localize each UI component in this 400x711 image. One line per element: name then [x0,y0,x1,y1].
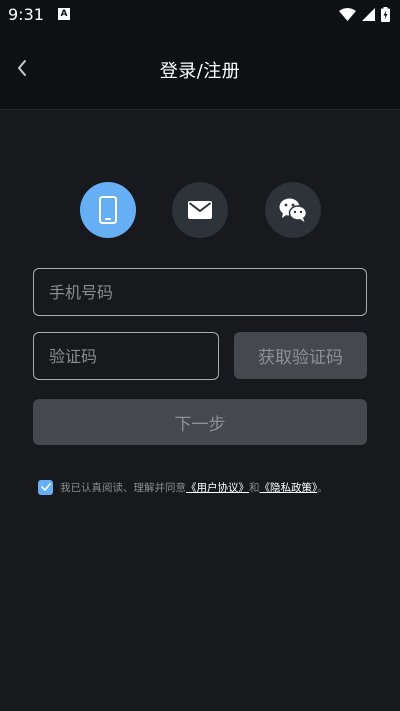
login-method-selector [80,182,321,238]
login-screen: 9:31 A 登录/注册 手机号码 验证码 获取验证码 下一步 我已认真阅读、理… [0,0,400,711]
battery-charging-icon [381,6,390,22]
phone-icon [99,196,117,224]
get-code-button[interactable]: 获取验证码 [234,332,367,379]
page-title: 登录/注册 [159,61,241,82]
next-step-button[interactable]: 下一步 [33,399,367,445]
nav-bar: 登录/注册 [0,28,400,110]
phone-field [33,268,367,316]
notification-a-icon: A [57,8,70,20]
wechat-login-button[interactable] [265,182,321,238]
status-time: 9:31 [8,4,44,24]
agreement-conjunction: 和 [249,481,260,494]
user-agreement-link[interactable]: 《用户协议》 [186,482,249,494]
verification-code-input[interactable] [49,346,203,366]
email-login-button[interactable] [172,182,228,238]
checkmark-icon [40,483,51,491]
phone-login-button[interactable] [80,182,136,238]
agreement-row: 我已认真阅读、理解并同意《用户协议》和《隐私政策》。 [38,478,378,496]
mail-icon [188,201,212,219]
privacy-policy-link[interactable]: 《隐私政策》 [260,482,318,494]
code-field [33,332,219,380]
agreement-suffix: 。 [317,481,328,494]
agreement-text: 我已认真阅读、理解并同意《用户协议》和《隐私政策》。 [60,480,328,495]
phone-input[interactable] [49,282,351,302]
agreement-prefix: 我已认真阅读、理解并同意 [60,481,186,494]
status-bar: 9:31 A [0,0,400,28]
signal-icon [362,7,375,21]
status-icons [339,6,390,22]
agree-checkbox[interactable] [38,479,53,495]
wifi-icon [339,7,356,21]
wechat-icon [279,198,307,222]
